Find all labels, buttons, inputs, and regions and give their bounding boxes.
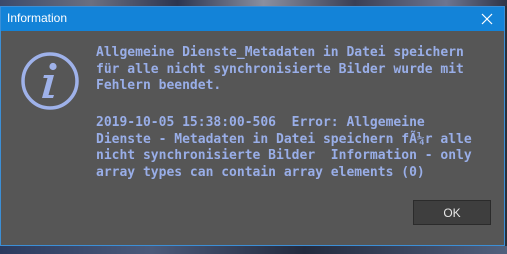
information-dialog: Information Allgemeine Dienste_Metadaten… bbox=[0, 6, 505, 246]
dialog-content: Allgemeine Dienste_Metadaten in Datei sp… bbox=[1, 31, 504, 245]
message-detail: 2019-10-05 15:38:00-506 Error: Allgemein… bbox=[96, 115, 472, 180]
title-bar[interactable]: Information bbox=[1, 7, 504, 31]
info-icon bbox=[21, 52, 79, 110]
window-title: Information bbox=[7, 11, 68, 25]
close-button[interactable] bbox=[470, 7, 504, 31]
ok-button[interactable]: OK bbox=[413, 200, 491, 225]
message-summary: Allgemeine Dienste_Metadaten in Datei sp… bbox=[96, 45, 464, 93]
background-desktop-bottom bbox=[0, 246, 507, 254]
close-icon bbox=[481, 13, 493, 25]
